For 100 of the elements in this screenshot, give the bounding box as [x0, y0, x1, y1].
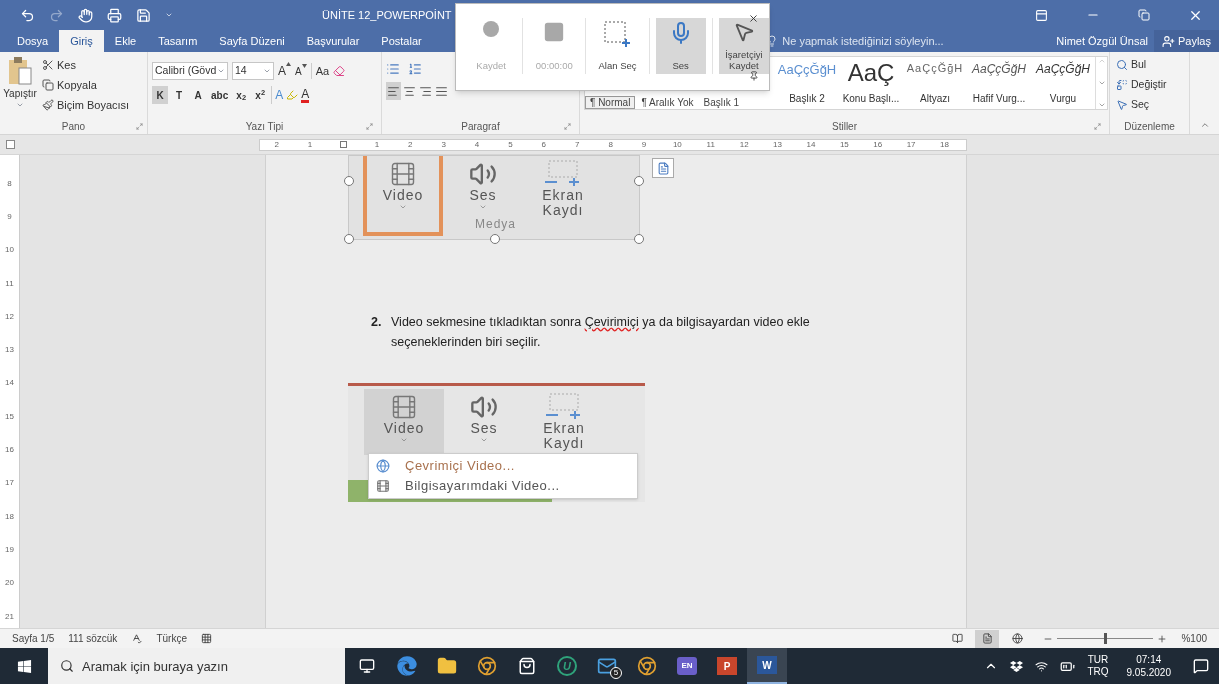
layout-options-icon[interactable]	[652, 158, 674, 178]
taskbar-app[interactable]: 5	[587, 648, 627, 684]
pin-icon[interactable]	[749, 71, 759, 81]
format-button[interactable]: A	[190, 86, 206, 104]
page-count[interactable]: Sayfa 1/5	[12, 631, 55, 646]
ribbon-tab[interactable]: Dosya	[6, 30, 60, 52]
bullets-icon[interactable]	[386, 62, 400, 76]
format-button[interactable]: x$^{2}$	[252, 86, 269, 104]
align-button[interactable]	[386, 82, 401, 100]
search-field[interactable]: Aramak için buraya yazın	[48, 648, 345, 684]
editing-button[interactable]: Değiştir	[1116, 76, 1183, 94]
recorder-button[interactable]: İşaretçiyi Kaydet	[718, 18, 769, 74]
style-item[interactable]: AaÇçĞğH Altyazı	[903, 57, 967, 109]
paste-button[interactable]: Yapıştır	[0, 56, 40, 118]
zoom-thumb[interactable]	[1104, 633, 1108, 644]
font-name-field[interactable]: Calibri (Gövd	[152, 62, 228, 80]
clipboard-action[interactable]: Kes	[42, 56, 130, 74]
resize-handle[interactable]	[634, 234, 644, 244]
style-item[interactable]: Başlık 1	[699, 96, 744, 109]
resize-handle[interactable]	[490, 234, 500, 244]
taskbar-app[interactable]: P	[707, 648, 747, 684]
style-item[interactable]: AaÇ Konu Başlı...	[839, 57, 903, 109]
wifi-icon[interactable]	[1035, 659, 1049, 673]
user-name[interactable]: Nimet Özgül Ünsal	[1056, 30, 1154, 52]
clipboard-action[interactable]: Biçim Boyacısı	[42, 96, 130, 114]
undo-icon[interactable]	[20, 7, 35, 23]
grow-font-button[interactable]: A	[278, 62, 291, 80]
style-item[interactable]: ¶ Normal	[585, 96, 636, 109]
dialog-launcher-icon[interactable]	[136, 122, 143, 130]
clipboard-action[interactable]: Kopyala	[42, 76, 130, 94]
change-case-button[interactable]: Aa	[310, 62, 330, 80]
media-button[interactable]: Video	[364, 389, 444, 455]
format-button[interactable]: T	[171, 86, 187, 104]
clock[interactable]: 07:14 9.05.2020	[1120, 653, 1177, 679]
eraser-icon[interactable]	[333, 65, 346, 77]
share-button[interactable]: Paylaş	[1153, 30, 1219, 52]
ribbon-tab[interactable]: Sayfa Düzeni	[208, 30, 296, 52]
recorder-button[interactable]: Ses	[655, 18, 706, 74]
save-icon[interactable]	[136, 7, 151, 23]
macro-icon[interactable]	[200, 633, 212, 644]
view-button[interactable]	[975, 629, 1000, 648]
tab-selector[interactable]	[5, 140, 15, 149]
ribbon-tab[interactable]: Ekle	[103, 30, 148, 52]
resize-handle[interactable]	[634, 176, 644, 186]
style-item[interactable]: ¶ Aralık Yok	[637, 96, 698, 109]
taskbar-app[interactable]: U	[547, 648, 587, 684]
editing-button[interactable]: Bul	[1116, 56, 1183, 74]
editing-button[interactable]: Seç	[1116, 96, 1183, 114]
taskbar-app[interactable]: W	[747, 648, 787, 684]
scroll-down-icon[interactable]	[1097, 79, 1106, 87]
indent-marker[interactable]	[339, 141, 347, 148]
media-button[interactable]: Video	[363, 156, 443, 236]
style-item[interactable]: AaÇçĞğH Başlık 2	[775, 57, 839, 109]
input-language-button[interactable]: TUR TRQ	[1087, 654, 1109, 678]
taskbar-app[interactable]: EN	[667, 648, 707, 684]
menu-item[interactable]: Çevrimiçi Video...	[369, 456, 637, 476]
ribbon-tab[interactable]: Başvurular	[295, 30, 371, 52]
font-size-field[interactable]: 14	[232, 62, 274, 80]
more-styles-icon[interactable]	[1097, 101, 1106, 109]
resize-handle[interactable]	[344, 234, 354, 244]
ruler-number: 12	[739, 138, 749, 151]
print-preview-icon[interactable]	[107, 7, 122, 23]
format-button[interactable]: x$_{2}$	[233, 86, 250, 104]
format-button[interactable]: abc	[209, 86, 231, 104]
style-item[interactable]: AaÇçĞğH Hafif Vurg...	[967, 57, 1031, 109]
dialog-launcher-icon[interactable]	[366, 122, 373, 130]
language[interactable]: Türkçe	[156, 631, 187, 646]
font-color-button[interactable]: A	[301, 87, 310, 103]
shrink-font-button[interactable]: A	[295, 63, 307, 79]
zoom-slider[interactable]	[1057, 633, 1154, 644]
collapse-ribbon-icon[interactable]	[1199, 120, 1210, 130]
media-button[interactable]: Ekran Kaydı	[524, 389, 604, 455]
format-button[interactable]: K	[152, 86, 168, 104]
notifications-icon[interactable]	[1193, 658, 1209, 674]
ruler-number: 16	[873, 138, 883, 151]
media-button[interactable]: Ses	[444, 389, 524, 455]
resize-handle[interactable]	[344, 176, 354, 186]
word-count[interactable]: 111 sözcük	[68, 631, 118, 646]
touch-mode-icon[interactable]	[78, 7, 93, 23]
dropbox-icon[interactable]	[1010, 659, 1024, 673]
ribbon-tab[interactable]: Giriş	[59, 30, 104, 52]
dialog-launcher-icon[interactable]	[1094, 122, 1101, 130]
browser-icon	[637, 656, 657, 676]
close-icon[interactable]	[748, 13, 759, 24]
dialog-launcher-icon[interactable]	[564, 122, 571, 130]
media-button[interactable]: Ekran Kaydı	[523, 156, 603, 236]
zoom-in-icon[interactable]	[1157, 633, 1168, 644]
tell-me-field[interactable]: Ne yapmak istediğinizi söyleyin...	[782, 32, 1043, 50]
caret-down-icon	[301, 63, 307, 68]
ribbon-display-icon[interactable]	[1035, 8, 1048, 22]
restore-icon[interactable]	[1138, 9, 1150, 21]
numbering-icon[interactable]	[408, 62, 422, 76]
style-item[interactable]: AaÇçĞğH Vurgu	[1031, 57, 1095, 109]
ruler-number: 15	[839, 138, 849, 151]
proofing-icon[interactable]	[131, 633, 143, 644]
ribbon-tab[interactable]: Postalar	[370, 30, 433, 52]
ribbon-tab[interactable]: Tasarım	[147, 30, 209, 52]
recorder-button[interactable]: Alan Seç	[592, 18, 643, 74]
zoom-level[interactable]: %100	[1181, 631, 1207, 646]
menu-item[interactable]: Bilgisayarımdaki Video...	[369, 476, 637, 496]
